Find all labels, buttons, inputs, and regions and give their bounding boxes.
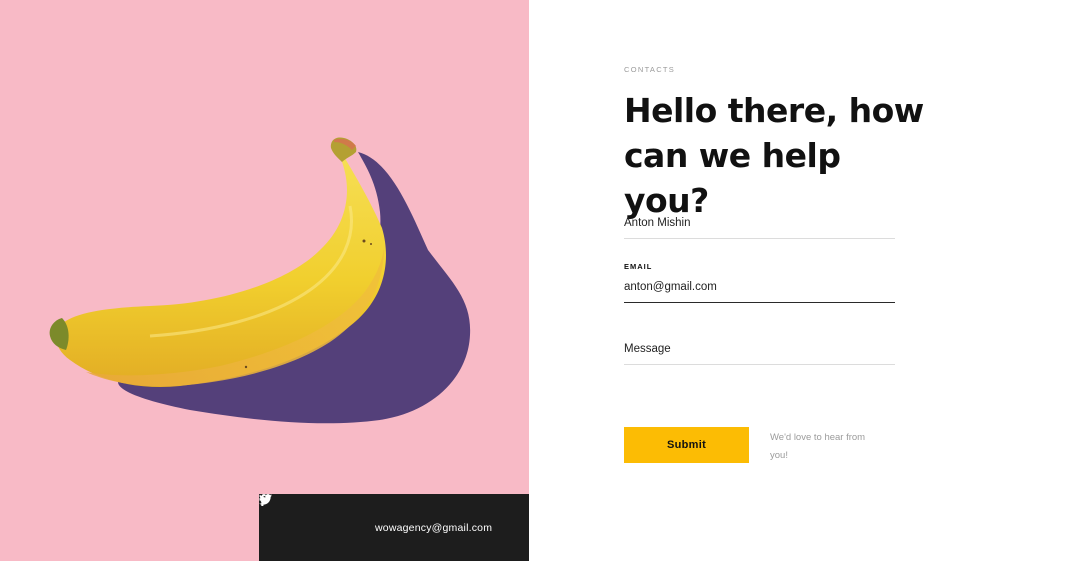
banana-illustration [49, 137, 471, 424]
facebook-icon[interactable] [259, 494, 345, 536]
message-input[interactable] [624, 343, 895, 364]
email-input[interactable] [624, 281, 895, 302]
hero-panel: wowagency@gmail.com [0, 0, 529, 561]
name-field [624, 213, 895, 239]
twitter-icon[interactable] [259, 494, 312, 536]
submit-button[interactable]: Submit [624, 427, 749, 463]
section-label: CONTACTS [624, 65, 676, 74]
name-input[interactable] [624, 217, 895, 238]
social-bar: wowagency@gmail.com [259, 494, 529, 561]
page-title: Hello there, how can we help you? [624, 91, 924, 220]
footer-email[interactable]: wowagency@gmail.com [375, 522, 492, 534]
helper-note: We'd love to hear from you! [770, 432, 866, 461]
message-field [624, 339, 895, 365]
email-field: EMAIL [624, 262, 895, 303]
email-label: EMAIL [624, 262, 653, 271]
contact-page: wowagency@gmail.com CONTACTS Hello there… [0, 0, 1080, 561]
